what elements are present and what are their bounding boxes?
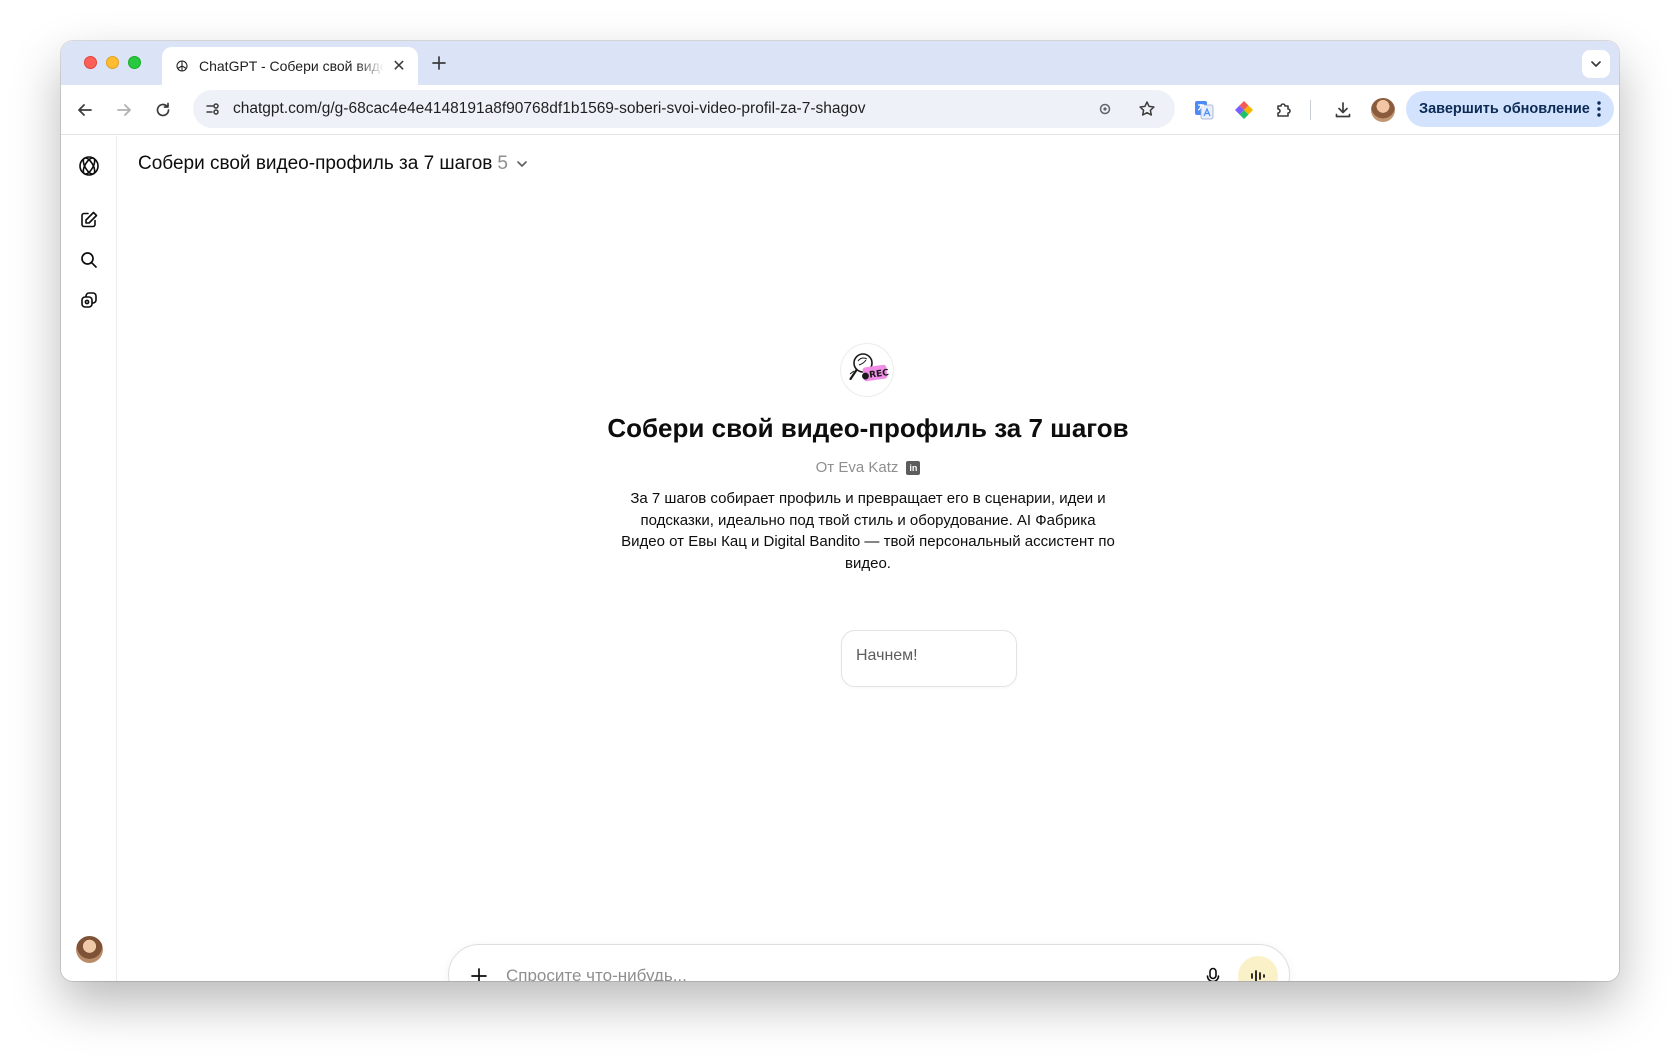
chatgpt-app: Собери свой видео-профиль за 7 шагов 5 ●… — [61, 136, 1619, 981]
translate-icon — [1195, 101, 1214, 120]
plus-icon — [471, 968, 487, 981]
composer — [448, 944, 1290, 981]
tab-title: ChatGPT - Собери свой видео-профиль за 7… — [199, 58, 384, 74]
tab-close-icon[interactable]: ✕ — [390, 57, 408, 75]
lens-icon[interactable] — [1095, 99, 1115, 119]
voice-mode-button[interactable] — [1238, 956, 1278, 981]
site-info-icon[interactable] — [203, 99, 223, 119]
magnifier-rec-icon: ●REC — [849, 353, 890, 382]
tab-search-button[interactable] — [1582, 50, 1610, 78]
header-version: 5 — [497, 153, 508, 174]
chevron-down-icon — [517, 161, 527, 167]
finish-update-button[interactable]: Завершить обновление — [1406, 91, 1614, 127]
tab-chatgpt[interactable]: ChatGPT - Собери свой видео-профиль за 7… — [162, 47, 418, 85]
extensions-button[interactable] — [1271, 97, 1297, 123]
dictate-button[interactable] — [1201, 964, 1225, 981]
translate-extension[interactable] — [1191, 97, 1217, 123]
gpts-button[interactable] — [75, 286, 103, 314]
chatgpt-favicon-icon — [176, 60, 188, 72]
forward-icon — [117, 104, 131, 116]
colorful-extension[interactable] — [1231, 97, 1257, 123]
finish-update-label: Завершить обновление — [1419, 101, 1590, 117]
back-button[interactable] — [73, 98, 97, 122]
browser-window: ChatGPT - Собери свой видео-профиль за 7… — [61, 41, 1619, 981]
forward-button[interactable] — [112, 98, 136, 122]
voice-wave-icon — [1251, 970, 1265, 981]
gpt-description: За 7 шагов собирает профиль и превращает… — [621, 490, 1115, 572]
gpt-header-dropdown[interactable]: Собери свой видео-профиль за 7 шагов 5 — [138, 153, 529, 175]
search-chats-button[interactable] — [75, 246, 103, 274]
reload-button[interactable] — [151, 98, 175, 122]
url-text: chatgpt.com/g/g-68cac4e4e4148191a8f90768… — [233, 100, 866, 117]
tab-strip: ChatGPT - Собери свой видео-профиль за 7… — [61, 41, 1619, 85]
new-chat-button[interactable] — [75, 206, 103, 234]
user-avatar[interactable] — [76, 936, 103, 963]
chatgpt-home-button[interactable] — [75, 152, 103, 180]
maximize-window-button[interactable] — [128, 56, 141, 69]
sidebar-rail — [61, 136, 117, 981]
close-window-button[interactable] — [84, 56, 97, 69]
minimize-window-button[interactable] — [106, 56, 119, 69]
gpt-author: От Eva Katz — [815, 459, 899, 476]
extension-colorful-icon — [1235, 101, 1253, 119]
back-icon — [78, 104, 92, 116]
toolbar-divider — [1310, 100, 1311, 120]
linkedin-icon[interactable]: in — [906, 460, 921, 475]
search-icon — [81, 252, 97, 268]
bookmark-star-icon[interactable] — [1137, 99, 1157, 119]
address-bar[interactable]: chatgpt.com/g/g-68cac4e4e4148191a8f90768… — [193, 90, 1175, 128]
conversation-starter-button[interactable]: Начнем! — [841, 630, 1017, 687]
download-icon — [1335, 102, 1351, 118]
browser-profile-avatar[interactable] — [1371, 98, 1395, 122]
chatgpt-logo-icon — [79, 156, 99, 176]
gpt-title: Собери свой видео-профиль за 7 шагов — [607, 413, 1129, 443]
new-tab-button[interactable] — [428, 52, 450, 74]
microphone-icon — [1206, 967, 1220, 981]
downloads-button[interactable] — [1330, 97, 1356, 123]
header-title: Собери свой видео-профиль за 7 шагов — [138, 153, 493, 174]
extensions-puzzle-icon — [1277, 103, 1291, 117]
new-chat-icon — [81, 211, 98, 228]
plus-icon — [432, 56, 446, 70]
attach-button[interactable] — [467, 964, 491, 981]
more-vertical-icon — [1597, 101, 1601, 117]
reload-icon — [156, 102, 170, 117]
gpt-avatar: ●REC — [841, 344, 893, 396]
browser-toolbar: chatgpt.com/g/g-68cac4e4e4148191a8f90768… — [61, 85, 1619, 135]
chevron-down-icon — [1591, 61, 1601, 67]
gpt-author-row: От Eva Katz in — [117, 459, 1619, 476]
gpts-icon — [81, 292, 97, 308]
prompt-input[interactable] — [506, 963, 1186, 981]
